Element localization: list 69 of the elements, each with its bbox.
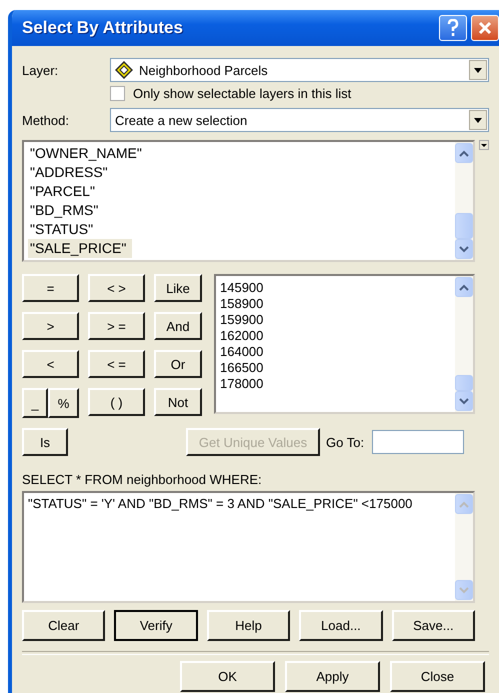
operator-button[interactable]: % [48, 388, 79, 418]
go-to-label: Go To: [326, 434, 364, 450]
close-button[interactable] [471, 15, 499, 41]
scroll-down-button[interactable] [455, 239, 473, 259]
scrollbar[interactable] [455, 142, 473, 260]
sql-label: SELECT * FROM neighborhood WHERE: [22, 472, 263, 487]
operator-button[interactable]: Or [154, 350, 202, 378]
scroll-up-button[interactable] [455, 143, 473, 163]
chevron-up-icon [459, 284, 469, 290]
operator-button[interactable]: _ [22, 388, 48, 418]
operator-button[interactable]: > [22, 312, 79, 340]
operator-button[interactable]: < [22, 350, 79, 378]
scroll-thumb[interactable] [455, 213, 473, 239]
action-button[interactable]: Help [206, 610, 290, 641]
value-item[interactable]: 158900 [220, 296, 264, 312]
is-button[interactable]: Is [22, 428, 68, 456]
dropdown-arrow-icon [474, 118, 482, 122]
field-item[interactable]: "ADDRESS" [28, 163, 114, 182]
operator-button[interactable]: And [154, 312, 202, 340]
chevron-down-icon [459, 398, 469, 404]
field-item[interactable]: "BD_RMS" [28, 201, 104, 220]
dialog-button[interactable]: Apply [285, 661, 380, 692]
operator-button[interactable]: < > [88, 274, 145, 302]
dropdown-button[interactable] [469, 60, 487, 80]
help-button[interactable] [439, 15, 467, 41]
value-item[interactable]: 164000 [220, 344, 264, 360]
operator-button[interactable]: ( ) [88, 388, 145, 416]
polygon-layer-icon [115, 61, 133, 79]
dialog-button[interactable]: OK [180, 661, 275, 692]
chevron-down-icon [459, 246, 469, 252]
action-button[interactable]: Save... [392, 610, 476, 641]
field-item[interactable]: "SALE_PRICE" [28, 239, 132, 258]
field-item[interactable]: "STATUS" [28, 220, 100, 239]
method-label: Method: [22, 112, 70, 128]
value-item[interactable]: 145900 [220, 280, 264, 296]
action-button[interactable]: Verify [114, 610, 198, 641]
checkbox[interactable] [110, 86, 125, 101]
dropdown-button[interactable] [469, 110, 487, 130]
operator-button[interactable]: < = [88, 350, 145, 378]
dropdown-arrow-icon [474, 68, 482, 72]
value-item[interactable]: 178000 [220, 376, 264, 392]
expression-field[interactable]: "STATUS" = 'Y' AND "BD_RMS" = 3 AND "SALE_PRICE" <175000 [22, 491, 475, 603]
value-item[interactable]: 159900 [220, 312, 264, 328]
close-icon [478, 21, 492, 35]
layer-label: Layer: [22, 62, 60, 78]
layer-dropdown[interactable]: Neighborhood Parcels [110, 58, 489, 82]
field-item[interactable]: "OWNER_NAME" [28, 144, 148, 163]
scrollbar[interactable] [455, 276, 473, 412]
field-item[interactable]: "PARCEL" [28, 182, 101, 201]
value-item[interactable]: 166500 [220, 360, 264, 376]
scroll-up-button[interactable] [455, 277, 473, 297]
operator-button[interactable]: Not [154, 388, 202, 416]
go-to-field[interactable] [372, 430, 464, 454]
scroll-thumb[interactable] [455, 375, 473, 391]
method-dropdown[interactable]: Create a new selection [110, 108, 489, 132]
action-button[interactable]: Load... [299, 610, 383, 641]
scroll-down-button[interactable] [455, 391, 473, 411]
operator-button[interactable]: > = [88, 312, 145, 340]
checkbox-label: Only show selectable layers in this list [133, 86, 352, 101]
question-mark-icon [447, 19, 459, 37]
chevron-down-icon [459, 586, 469, 594]
chevron-up-icon [459, 150, 469, 156]
operator-button[interactable]: Like [154, 274, 202, 302]
value-item[interactable]: 162000 [220, 328, 264, 344]
operator-button[interactable]: = [22, 274, 79, 302]
window-title: Select By Attributes [22, 18, 184, 38]
dialog-button[interactable]: Close [390, 661, 485, 692]
chevron-up-icon [459, 500, 469, 508]
action-button[interactable]: Clear [22, 610, 106, 641]
